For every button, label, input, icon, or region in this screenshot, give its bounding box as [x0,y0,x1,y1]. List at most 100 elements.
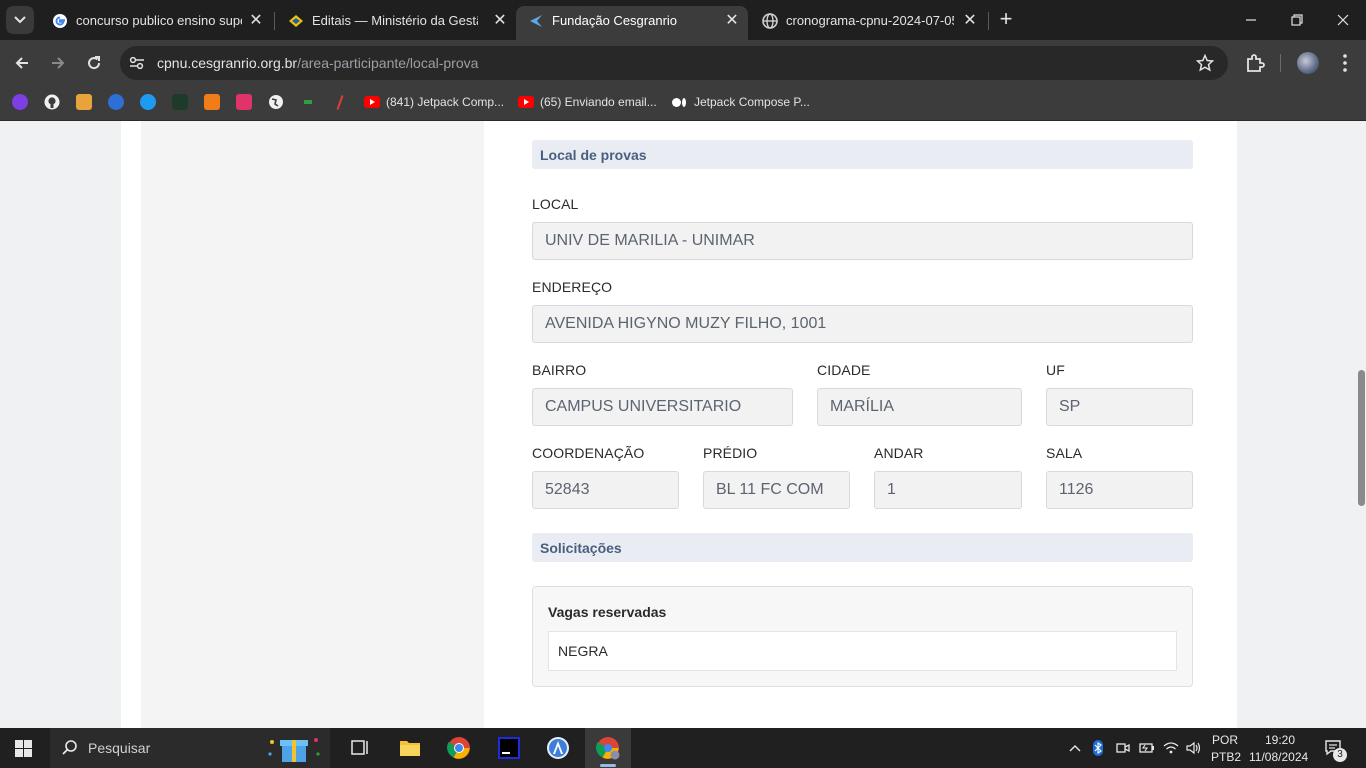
close-tab-icon[interactable]: ✕ [246,11,266,31]
android-studio-icon [547,737,569,759]
reload-button[interactable] [82,51,106,75]
taskbar-intellij[interactable] [486,728,532,768]
label-andar: ANDAR [874,445,924,461]
taskbar-chrome-profile[interactable] [585,728,631,768]
language-code[interactable]: POR [1212,733,1238,747]
close-icon [1337,14,1349,26]
close-tab-icon[interactable]: ✕ [722,11,742,31]
taskbar-task-view[interactable] [337,728,383,768]
camera-icon[interactable] [1116,741,1130,755]
more-menu-icon[interactable] [1334,52,1356,74]
bookmarks-bar: (841) Jetpack Comp... (65) Enviando emai… [0,86,1366,121]
field-value: SP [1059,398,1081,415]
clock-time[interactable]: 19:20 [1265,733,1295,747]
tab-cronograma[interactable]: cronograma-cpnu-2024-07-05.pdf ✕ [750,6,986,40]
vagas-reservadas-title: Vagas reservadas [548,604,667,620]
bluetooth-icon[interactable] [1093,740,1103,756]
tab-title: cronograma-cpnu-2024-07-05.pdf [786,13,954,28]
github-icon[interactable] [44,94,60,110]
bookmark-jetpack-compose[interactable]: (841) Jetpack Comp... [364,94,504,112]
clock-date[interactable]: 11/08/2024 [1249,750,1308,764]
bookmark-pink-icon[interactable] [236,94,252,110]
url-path: /area-participante/local-prova [297,55,479,71]
tab-editais[interactable]: Editais — Ministério da Gestão e ✕ [276,6,516,40]
bookmark-blue-circle-icon[interactable] [140,94,156,110]
bookmark-leaf-icon[interactable] [300,94,316,110]
close-tab-icon[interactable]: ✕ [960,11,980,31]
tab-title: Fundação Cesgranrio [552,13,678,28]
bookmark-slash-icon[interactable] [332,94,348,110]
extensions-puzzle-icon[interactable] [1244,52,1266,74]
vagas-reservadas-value: NEGRA [558,643,608,659]
label-cidade: CIDADE [817,362,871,378]
address-bar[interactable]: cpnu.cesgranrio.org.br/area-participante… [120,46,1228,80]
tab-cesgranrio[interactable]: Fundação Cesgranrio ✕ [516,6,748,40]
taskbar-android-studio[interactable] [535,728,581,768]
browser-toolbar: cpnu.cesgranrio.org.br/area-participante… [0,40,1366,86]
field-andar: 1 [874,471,1022,509]
section-header-solicitacoes: Solicitações [532,533,1193,562]
gov-icon [289,15,303,27]
bookmark-star-icon[interactable] [1196,54,1214,72]
tab-search-button[interactable] [6,6,34,34]
tab-strip: concurso publico ensino superior ✕ Edita… [0,0,1366,40]
restore-button[interactable] [1274,6,1320,34]
close-window-button[interactable] [1320,6,1366,34]
bookmark-green-icon[interactable] [172,94,188,110]
windows-taskbar: Pesquisar POR PTB2 19:20 11/08/2024 3 [0,728,1366,768]
medium-icon [672,97,688,109]
back-button[interactable] [10,51,34,75]
wifi-icon[interactable] [1163,741,1179,755]
start-button[interactable] [15,740,32,757]
label-uf: UF [1046,362,1065,378]
search-icon [62,740,77,755]
profile-avatar[interactable] [1297,52,1319,74]
task-view-icon [351,740,368,755]
cesgranrio-icon [530,15,542,27]
chevron-up-icon[interactable] [1069,744,1081,752]
new-tab-button[interactable]: + [994,8,1018,32]
label-predio: PRÉDIO [703,445,758,461]
field-value: 52843 [545,481,590,498]
label-coordenacao: COORDENAÇÃO [532,445,645,461]
battery-icon[interactable] [1139,741,1155,755]
section-title: Solicitações [540,540,622,556]
chrome-profile-icon [596,737,620,760]
taskbar-file-explorer[interactable] [387,728,433,768]
section-header-local-de-provas: Local de provas [532,140,1193,169]
tab-google-search[interactable]: concurso publico ensino superior ✕ [40,6,272,40]
field-sala: 1126 [1046,471,1193,509]
gift-icon[interactable] [266,734,322,764]
notification-count[interactable]: 3 [1333,748,1347,762]
forward-button[interactable] [46,51,70,75]
bookmark-cube-icon[interactable] [204,94,220,110]
field-value: CAMPUS UNIVERSITARIO [545,398,742,415]
reload-icon [88,56,101,70]
keyboard-layout[interactable]: PTB2 [1211,750,1241,764]
bookmark-blue-icon[interactable] [108,94,124,110]
google-icon [53,14,67,28]
youtube-icon [364,96,380,108]
bookmark-purple-icon[interactable] [12,94,28,110]
field-value: UNIV DE MARILIA - UNIMAR [545,232,755,249]
scrollbar-thumb[interactable] [1358,370,1365,506]
url-host: cpnu.cesgranrio.org.br [157,55,298,71]
close-tab-icon[interactable]: ✕ [490,11,510,31]
field-value: AVENIDA HIGYNO MUZY FILHO, 1001 [545,315,827,332]
field-value: 1126 [1059,481,1094,498]
minimize-button[interactable] [1228,6,1274,34]
bookmark-jetpack-compose-medium[interactable]: Jetpack Compose P... [672,94,812,112]
field-value: 1 [887,481,896,498]
bookmark-orange-icon[interactable] [76,94,92,110]
bookmark-enviando-email[interactable]: (65) Enviando email... [518,94,658,112]
taskbar-chrome[interactable] [436,728,482,768]
arrow-left-icon [15,57,28,69]
tab-divider [988,12,989,30]
vagas-reservadas-value-box: NEGRA [548,631,1177,671]
field-endereco: AVENIDA HIGYNO MUZY FILHO, 1001 [532,305,1193,343]
volume-icon[interactable] [1186,741,1202,755]
field-bairro: CAMPUS UNIVERSITARIO [532,388,793,426]
chevron-down-icon [14,16,26,24]
globe-icon[interactable] [268,94,284,110]
field-coordenacao: 52843 [532,471,679,509]
